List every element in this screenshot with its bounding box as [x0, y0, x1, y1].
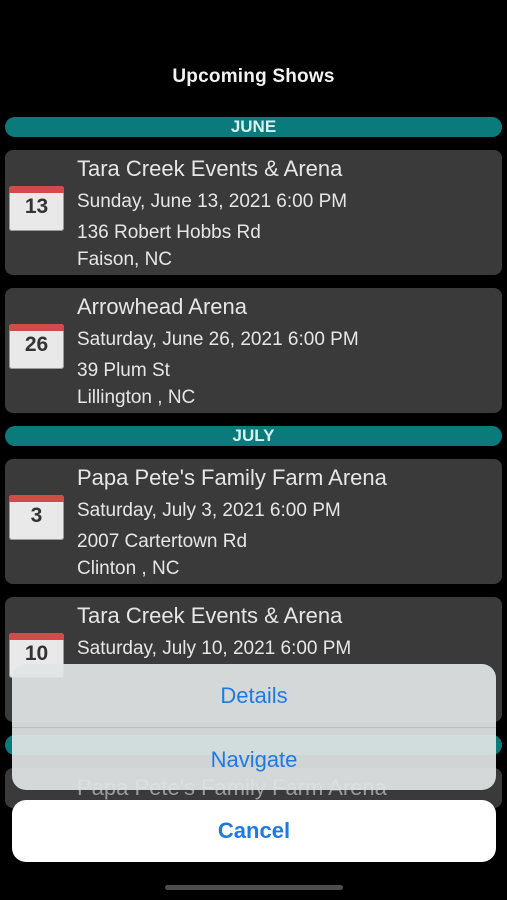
show-card[interactable]: 3 Papa Pete's Family Farm Arena Saturday… [5, 459, 502, 584]
show-datetime: Saturday, July 3, 2021 6:00 PM [77, 500, 341, 521]
show-datetime: Saturday, June 26, 2021 6:00 PM [77, 329, 359, 350]
show-card[interactable]: 13 Tara Creek Events & Arena Sunday, Jun… [5, 150, 502, 275]
home-indicator[interactable] [165, 885, 343, 890]
venue-city: Faison, NC [77, 249, 173, 270]
show-datetime: Saturday, July 10, 2021 6:00 PM [77, 638, 352, 659]
show-card[interactable]: 26 Arrowhead Arena Saturday, June 26, 20… [5, 288, 502, 413]
venue-street: 2007 Cartertown Rd [77, 531, 248, 552]
cancel-button[interactable]: Cancel [12, 800, 496, 862]
calendar-day: 3 [30, 504, 43, 527]
venue-name: Arrowhead Arena [77, 294, 247, 319]
venue-city: Clinton , NC [77, 558, 180, 579]
venue-street: 39 Plum St [77, 360, 170, 381]
month-header-june: JUNE [5, 117, 502, 137]
page-title: Upcoming Shows [172, 66, 335, 87]
venue-name: Tara Creek Events & Arena [77, 603, 343, 628]
venue-name: Tara Creek Events & Arena [77, 156, 343, 181]
calendar-day: 26 [24, 333, 49, 356]
calendar-icon: 3 [9, 495, 64, 540]
venue-name: Papa Pete's Family Farm Arena [77, 465, 387, 490]
calendar-day: 13 [24, 195, 49, 218]
month-header-july: JULY [5, 426, 502, 446]
venue-city: Lillington , NC [77, 387, 196, 408]
calendar-day: 10 [24, 642, 49, 665]
details-button[interactable]: Details [12, 664, 496, 727]
action-sheet: Details Navigate [12, 664, 496, 790]
navigate-button[interactable]: Navigate [12, 728, 496, 790]
show-datetime: Sunday, June 13, 2021 6:00 PM [77, 191, 348, 212]
venue-street: 136 Robert Hobbs Rd [77, 222, 261, 243]
calendar-icon: 26 [9, 324, 64, 369]
calendar-icon: 13 [9, 186, 64, 231]
